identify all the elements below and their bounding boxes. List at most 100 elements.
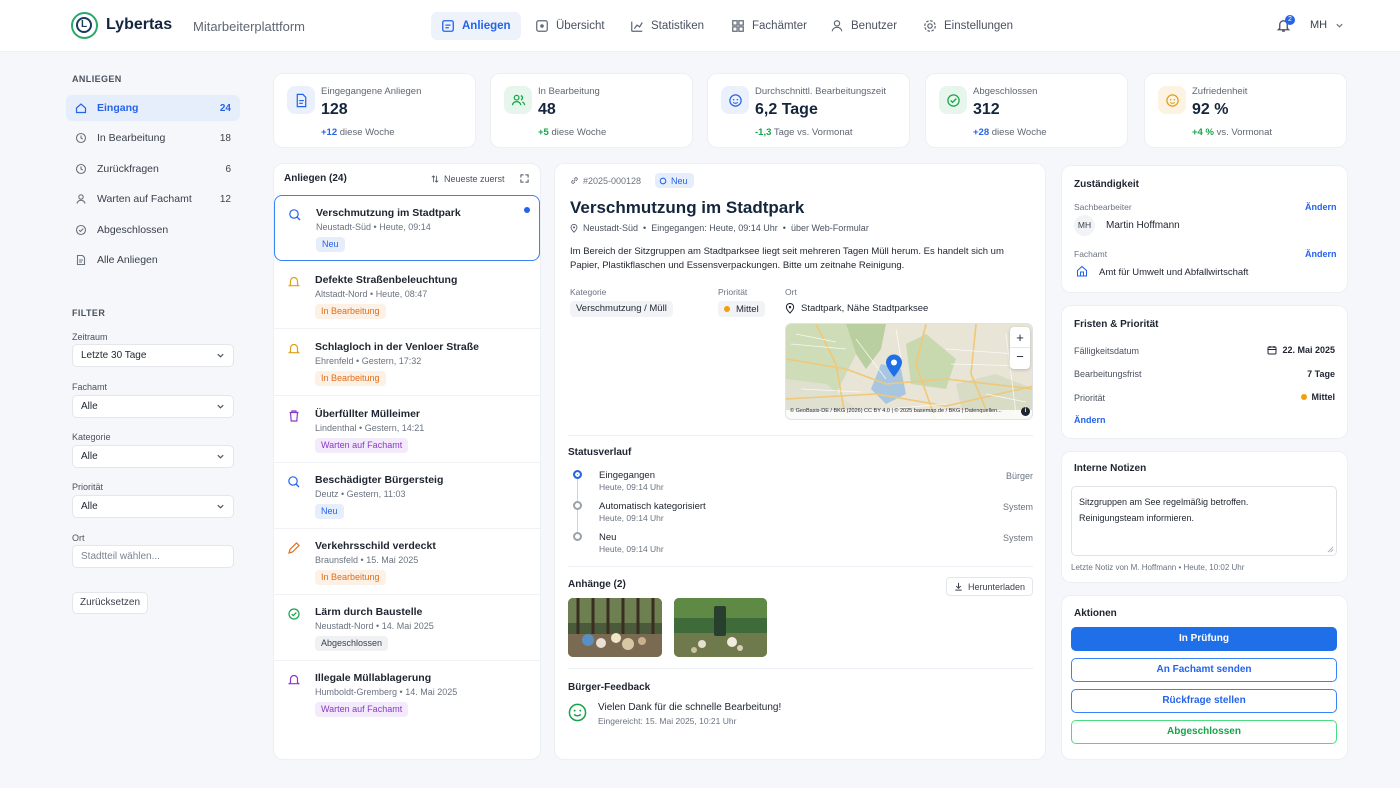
notes-meta: Letzte Notiz von M. Hoffmann • Heute, 10… <box>1071 563 1245 572</box>
filter-select-fachamt[interactable]: Alle <box>72 395 234 418</box>
info-icon[interactable]: i <box>1021 407 1030 416</box>
stat-label: Abgeschlossen <box>973 86 1038 97</box>
stat-delta: +4 % <box>1192 127 1214 138</box>
list-item[interactable]: Verschmutzung im Stadtpark Neustadt-Süd … <box>274 195 540 261</box>
close-request-button[interactable]: Abgeschlossen <box>1071 720 1337 744</box>
nav-benutzer[interactable]: Benutzer <box>820 12 907 40</box>
nav-label: Übersicht <box>556 20 605 32</box>
stat-card-in-bearbeitung: In Bearbeitung 48 +5 diese Woche <box>490 73 693 148</box>
brand-name[interactable]: Lybertas <box>106 16 172 34</box>
stat-delta: +28 <box>973 127 990 138</box>
sidebar-item-warten-auf-fachamt[interactable]: Warten auf Fachamt 12 <box>66 186 240 212</box>
sidebar-item-alle-anliegen[interactable]: Alle Anliegen <box>66 247 240 273</box>
nav-label: Statistiken <box>651 20 705 32</box>
notes-textarea[interactable]: Sitzgruppen am See regelmäßig betroffen.… <box>1071 486 1337 556</box>
chart-icon <box>631 21 643 32</box>
stat-icon-bg <box>504 86 532 114</box>
nav-statistiken[interactable]: Statistiken <box>620 12 714 40</box>
list-item-meta: Humboldt-Gremberg • 14. Mai 2025 <box>315 687 458 697</box>
sidebar-item-abgeschlossen[interactable]: Abgeschlossen <box>66 217 240 243</box>
sort-label: Neueste zuerst <box>444 174 505 184</box>
list-item[interactable]: Illegale Müllablagerung Humboldt-Grember… <box>274 661 540 727</box>
status-badge: Neu <box>316 237 345 252</box>
timeline-dot <box>573 470 582 479</box>
send-to-office-button[interactable]: An Fachamt senden <box>1071 658 1337 682</box>
ask-question-button[interactable]: Rückfrage stellen <box>1071 689 1337 713</box>
filter-select-zeitraum[interactable]: Letzte 30 Tage <box>72 344 234 367</box>
change-priority-link[interactable]: Ändern <box>1074 415 1106 425</box>
stat-card-eingegangen: Eingegangene Anliegen 128 +12 diese Woch… <box>273 73 476 148</box>
priority-chip: Mittel <box>718 301 765 317</box>
list-item[interactable]: Überfüllter Mülleimer Lindenthal • Geste… <box>274 397 540 463</box>
timeline-event-name: Neu <box>599 532 617 543</box>
prio-label: Priorität <box>1074 393 1106 403</box>
attachment-thumbnail[interactable] <box>674 598 767 657</box>
search-icon <box>288 476 300 488</box>
location-label: Ort <box>785 287 797 297</box>
priority-dot <box>724 306 730 312</box>
timeline-dot <box>573 501 582 510</box>
stat-value: 6,2 Tage <box>755 101 818 118</box>
bell-icon <box>287 276 301 287</box>
stat-icon-bg <box>721 86 749 114</box>
nav-einstellungen[interactable]: Einstellungen <box>913 12 1023 40</box>
sidebar-item-zurueckfragen[interactable]: Zurückfragen 6 <box>66 156 240 182</box>
attachment-thumbnail[interactable] <box>568 598 662 657</box>
change-clerk-link[interactable]: Ändern <box>1305 202 1337 212</box>
expand-icon[interactable] <box>520 174 529 183</box>
list-item[interactable]: Defekte Straßenbeleuchtung Altstadt-Nord… <box>274 263 540 329</box>
filter-input-ort[interactable]: Stadtteil wählen... <box>72 545 234 568</box>
sidebar-item-eingang[interactable]: Eingang 24 <box>66 95 240 121</box>
home-icon <box>75 103 87 114</box>
review-button[interactable]: In Prüfung <box>1071 627 1337 651</box>
list-item-district: Neustadt-Süd <box>316 222 372 232</box>
sort-dropdown[interactable]: Neueste zuerst <box>431 174 505 184</box>
gear-icon <box>924 20 936 32</box>
sidebar-item-in-bearbeitung[interactable]: In Bearbeitung 18 <box>66 125 240 151</box>
timeline-event-source: Bürger <box>1005 471 1033 481</box>
nav-fachaemter[interactable]: Fachämter <box>721 12 817 40</box>
sidebar-item-count: 24 <box>219 102 231 114</box>
list-item-district: Altstadt-Nord <box>315 289 368 299</box>
reset-filters-button[interactable]: Zurücksetzen <box>72 592 148 614</box>
filter-label-zeitraum: Zeitraum <box>72 332 108 342</box>
filter-select-prioritaet[interactable]: Alle <box>72 495 234 518</box>
zoom-out-button[interactable]: − <box>1010 348 1030 368</box>
nav-anliegen[interactable]: Anliegen <box>431 12 521 40</box>
status-label: Neu <box>671 175 688 186</box>
chevron-down-icon[interactable] <box>1335 21 1344 30</box>
users-icon <box>511 94 525 105</box>
clerk-name: Martin Hoffmann <box>1106 220 1180 231</box>
stat-delta-line: -1,3 Tage vs. Vormonat <box>755 127 853 138</box>
timeline-dot <box>573 532 582 541</box>
stat-delta-line: +12 diese Woche <box>321 127 395 138</box>
logo[interactable]: L <box>71 12 98 39</box>
list-item[interactable]: Schlagloch in der Venloer Straße Ehrenfe… <box>274 330 540 396</box>
calendar-icon <box>1267 346 1277 355</box>
change-office-link[interactable]: Ändern <box>1305 249 1337 259</box>
stat-suffix: diese Woche <box>551 127 607 138</box>
list-item-district: Braunsfeld <box>315 555 359 565</box>
nav-uebersicht[interactable]: Übersicht <box>525 12 615 40</box>
filter-heading: FILTER <box>72 308 106 318</box>
stat-suffix: vs. Vormonat <box>1216 127 1273 138</box>
user-avatar[interactable]: MH <box>1310 19 1327 31</box>
list-item[interactable]: Lärm durch Baustelle Neustadt-Nord • 14.… <box>274 595 540 661</box>
list-item-district: Ehrenfeld <box>315 356 354 366</box>
filter-select-kategorie[interactable]: Alle <box>72 445 234 468</box>
search-icon <box>289 209 301 221</box>
zoom-in-button[interactable]: + <box>1010 327 1030 348</box>
list-item[interactable]: Verkehrsschild verdeckt Braunsfeld • 15.… <box>274 529 540 595</box>
location-map[interactable]: + − © GeoBasis-DE / BKG (2026) CC BY 4.0… <box>785 323 1033 420</box>
list-item[interactable]: Beschädigter Bürgersteig Deutz • Gestern… <box>274 463 540 529</box>
stat-delta: -1,3 <box>755 127 772 138</box>
deadlines-title: Fristen & Priorität <box>1074 319 1159 330</box>
priority-label: Priorität <box>718 287 748 297</box>
download-button[interactable]: Herunterladen <box>946 577 1033 596</box>
map-marker-icon <box>886 354 902 377</box>
resize-handle-icon[interactable] <box>1327 546 1334 553</box>
filter-value: Letzte 30 Tage <box>81 350 147 361</box>
request-id: #2025-000128 <box>583 176 642 186</box>
stat-value: 128 <box>321 101 348 118</box>
list-item-title: Schlagloch in der Venloer Straße <box>315 341 479 353</box>
